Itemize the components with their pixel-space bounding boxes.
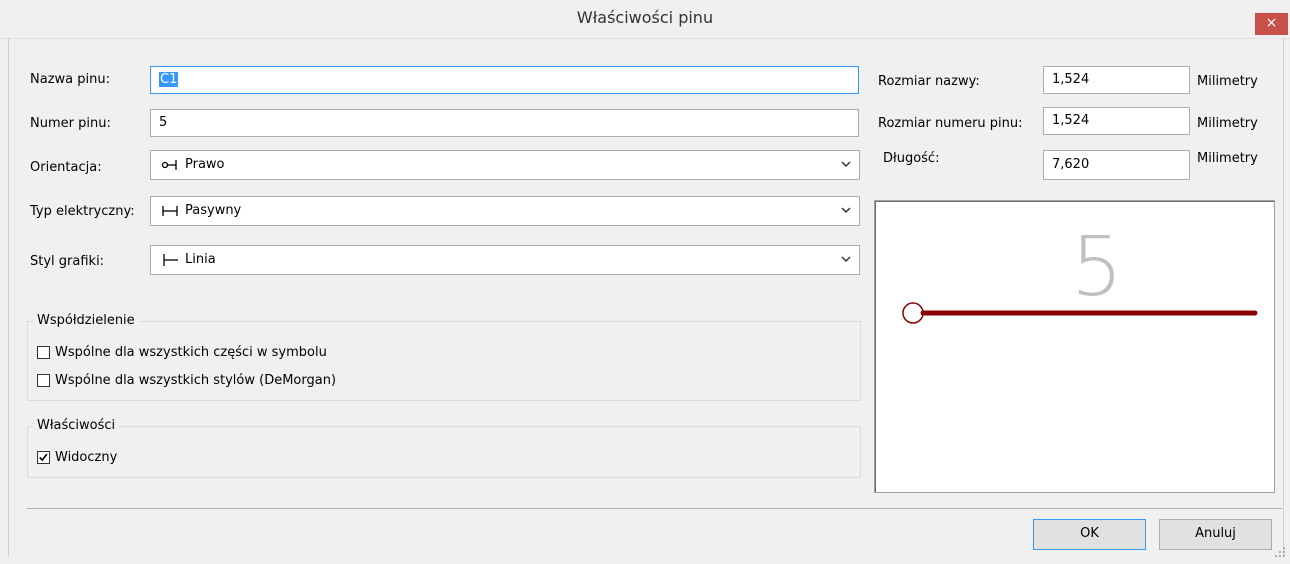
chevron-down-icon: [841, 256, 851, 263]
number-size-input[interactable]: 1,524: [1043, 107, 1190, 135]
length-label: Długość:: [883, 151, 940, 166]
pin-preview-canvas: 5: [902, 220, 1258, 324]
electrical-type-label: Typ elektryczny:: [30, 204, 135, 219]
length-value: 7,620: [1052, 157, 1090, 172]
pin-number-value: 5: [159, 115, 168, 130]
length-input[interactable]: 7,620: [1043, 150, 1190, 180]
graphic-style-label: Styl grafiki:: [30, 254, 105, 269]
number-size-unit: Milimetry: [1197, 116, 1258, 131]
checkmark-icon: [39, 453, 48, 462]
visible-label[interactable]: Widoczny: [55, 450, 117, 465]
line-style-icon: [163, 254, 178, 266]
window-title: Właściwości pinu: [576, 8, 714, 27]
sharing-group-title: Współdzielenie: [33, 313, 139, 328]
common-convert-label[interactable]: Wspólne dla wszystkich stylów (DeMorgan): [55, 373, 336, 388]
close-icon: ×: [1265, 15, 1278, 31]
common-units-checkbox[interactable]: [37, 346, 50, 359]
name-size-input[interactable]: 1,524: [1043, 66, 1190, 94]
graphic-style-select[interactable]: Linia: [150, 245, 860, 275]
length-unit: Milimetry: [1197, 151, 1258, 166]
name-size-value: 1,524: [1052, 72, 1090, 87]
preview-pin-number: 5: [1071, 220, 1123, 315]
properties-group-title: Właściwości: [33, 418, 120, 433]
passive-pin-icon: [162, 206, 178, 216]
electrical-type-select[interactable]: Pasywny: [150, 196, 860, 226]
number-size-value: 1,524: [1052, 113, 1090, 128]
pin-preview-panel: 5: [874, 200, 1275, 493]
pin-name-label: Nazwa pinu:: [30, 72, 110, 87]
button-separator: [27, 508, 1282, 509]
number-size-label: Rozmiar numeru pinu:: [878, 116, 1023, 131]
pin-name-input[interactable]: C1: [150, 66, 859, 94]
pin-name-value: C1: [159, 72, 179, 87]
pin-right-icon: [161, 160, 177, 170]
pin-number-label: Numer pinu:: [30, 116, 111, 131]
common-units-label[interactable]: Wspólne dla wszystkich części w symbolu: [55, 345, 327, 360]
chevron-down-icon: [841, 161, 851, 168]
properties-group: [27, 426, 861, 478]
name-size-unit: Milimetry: [1197, 74, 1258, 89]
ok-button[interactable]: OK: [1033, 519, 1146, 550]
common-convert-checkbox[interactable]: [37, 374, 50, 387]
orientation-value: Prawo: [185, 157, 225, 172]
chevron-down-icon: [841, 207, 851, 214]
pin-inverted-circle: [902, 302, 924, 324]
resize-grip-icon[interactable]: [1274, 546, 1286, 558]
pin-number-input[interactable]: 5: [150, 109, 859, 137]
graphic-style-value: Linia: [185, 252, 216, 267]
electrical-type-value: Pasywny: [185, 203, 242, 218]
orientation-label: Orientacja:: [30, 160, 102, 175]
sharing-group: [27, 321, 861, 401]
close-button[interactable]: ×: [1255, 13, 1288, 35]
cancel-button[interactable]: Anuluj: [1159, 519, 1272, 550]
visible-checkbox[interactable]: [37, 451, 50, 464]
name-size-label: Rozmiar nazwy:: [878, 74, 980, 89]
orientation-select[interactable]: Prawo: [150, 150, 860, 180]
